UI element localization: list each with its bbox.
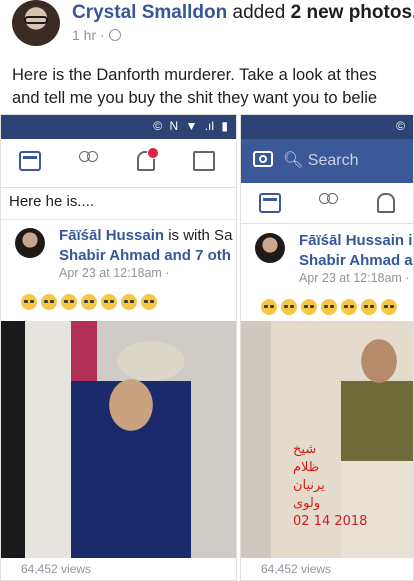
status-bar: © N ▼ .ıl ▮ (1, 115, 236, 139)
crying-emoji-icon (121, 294, 137, 310)
photo-grid: © N ▼ .ıl ▮ Here he is.... Fāïśāl Hussai… (0, 114, 414, 581)
search-placeholder: Search (307, 152, 359, 169)
author-name[interactable]: Crystal Smalldon (72, 2, 227, 23)
post-text-line: and tell me you buy the shit they want y… (12, 89, 378, 107)
sharer-name: Fāïśāl Hussain i (299, 232, 413, 249)
emoji-row (261, 299, 401, 315)
marketplace-icon (193, 151, 215, 171)
wifi-icon: ▼ (185, 119, 198, 133)
sharer-line: Fāïśāl Hussain i Shabir Ahmad a (299, 231, 413, 271)
views-text: 64,452 views (261, 562, 332, 576)
friends-icon (317, 193, 339, 213)
poster-photo: شیخ ظلام یرنیان ولوی 02 14 2018 (241, 321, 413, 561)
sharer-tagged: Shabir Ahmad and 7 oth (59, 247, 231, 264)
search-bar: 🔍︎ Search (241, 139, 413, 183)
sharer-avatar (255, 233, 285, 263)
status-icon: N (169, 119, 179, 133)
urdu-overlay-text: شیخ ظلام یرنیان ولوی 02 14 2018 (293, 442, 368, 529)
nav-row (241, 183, 413, 224)
crying-emoji-icon (81, 294, 97, 310)
sharer-avatar (15, 228, 45, 258)
post-text: Here is the Danforth murderer. Take a lo… (12, 64, 414, 110)
author-action: added (232, 2, 286, 23)
search-field: 🔍︎ Search (283, 150, 358, 170)
news-feed-icon (19, 151, 41, 171)
post-time[interactable]: 1 hr · (72, 27, 105, 43)
crying-emoji-icon (381, 299, 397, 315)
views-text: 64,452 views (21, 562, 92, 576)
camera-icon (253, 151, 273, 167)
crying-emoji-icon (301, 299, 317, 315)
nav-row (1, 139, 236, 188)
signal-icon: .ıl (204, 119, 215, 133)
crying-emoji-icon (41, 294, 57, 310)
shared-post-date: Apr 23 at 12:18am · (59, 266, 170, 280)
sharer-name: Fāïśāl Hussain (59, 227, 165, 244)
crying-emoji-icon (141, 294, 157, 310)
crying-emoji-icon (281, 299, 297, 315)
emoji-row (21, 294, 161, 310)
status-icons: © (392, 119, 405, 133)
crying-emoji-icon (101, 294, 117, 310)
notifications-icon (377, 193, 395, 213)
status-icon: © (396, 119, 405, 133)
search-icon: 🔍︎ (283, 152, 304, 169)
post-meta: 1 hr · (72, 27, 121, 43)
post-text-line: Here is the Danforth murderer. Take a lo… (12, 66, 377, 84)
battery-icon: ▮ (221, 119, 228, 133)
news-feed-icon (259, 193, 281, 213)
author-avatar[interactable] (12, 0, 60, 46)
shared-post-date: Apr 23 at 12:18am · (299, 271, 410, 285)
crying-emoji-icon (261, 299, 277, 315)
photo-count[interactable]: 2 new photos. (291, 2, 414, 23)
sharer-tagged: Shabir Ahmad a (299, 252, 413, 269)
crying-emoji-icon (361, 299, 377, 315)
crying-emoji-icon (321, 299, 337, 315)
status-bar: © (241, 115, 413, 139)
notification-badge (147, 147, 159, 159)
views-count: 64,452 views (241, 558, 413, 580)
author-line: Crystal Smalldon added 2 new photos. (72, 2, 414, 24)
globe-icon (108, 29, 121, 41)
post-header: Crystal Smalldon added 2 new photos. 1 h… (0, 0, 414, 56)
crying-emoji-icon (61, 294, 77, 310)
crying-emoji-icon (21, 294, 37, 310)
views-count: 64,452 views (1, 558, 236, 580)
caption-text: Here he is.... (9, 193, 95, 210)
sharer-with: is with Sa (168, 227, 233, 244)
sharer-line: Fāïśāl Hussain is with Sa Shabir Ahmad a… (59, 226, 232, 266)
man-photo (1, 321, 236, 561)
crying-emoji-icon (341, 299, 357, 315)
photo-right[interactable]: © 🔍︎ Search Fāïśāl Hussain i Shabir Ahma… (240, 114, 414, 581)
photo-left[interactable]: © N ▼ .ıl ▮ Here he is.... Fāïśāl Hussai… (0, 114, 237, 581)
status-icons: © N ▼ .ıl ▮ (149, 119, 228, 133)
status-icon: © (153, 119, 163, 133)
friends-icon (77, 151, 99, 171)
